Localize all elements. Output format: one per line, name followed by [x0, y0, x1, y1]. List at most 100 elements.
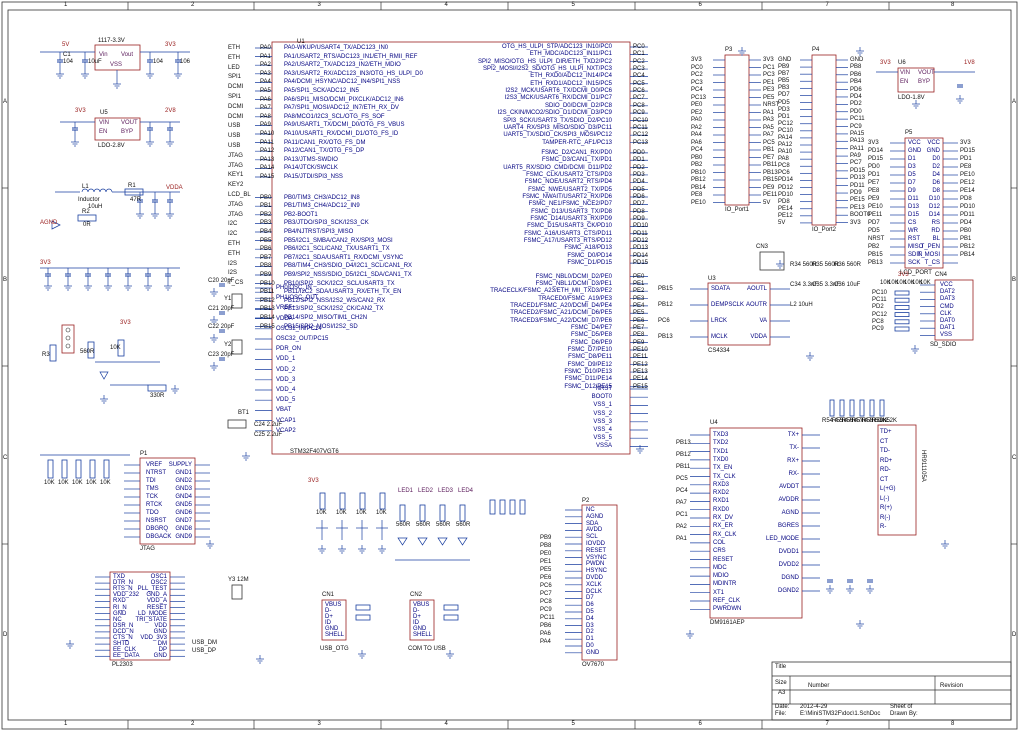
- lcd-net: PD10: [960, 204, 976, 210]
- resistor-symbol: [519, 499, 526, 515]
- row-letter: C: [3, 455, 8, 461]
- sd-pin: VSS: [940, 332, 953, 339]
- lcd-net: PD4: [960, 220, 972, 226]
- jtag-gnd-pin: GND4: [175, 494, 192, 500]
- mcu-pin-net: PD14: [633, 252, 649, 259]
- resistor-symbol: [319, 492, 326, 510]
- eth-pin: RX-: [788, 471, 799, 477]
- port-net: PE12: [778, 212, 793, 219]
- mcu-pin-function: I2S2_MCK/USART6_TX/DCMI_D0/PC6: [505, 88, 612, 95]
- mcu-pin-function: I2S_CKIN/MCO2/SDIO_D1/DCMI_D3/PC9: [497, 110, 612, 117]
- resistor-symbol: [89, 459, 96, 479]
- port-net: PD9: [850, 190, 862, 197]
- resistor-value: 330R: [150, 393, 165, 399]
- rj45-pin: RD-: [880, 467, 891, 473]
- jtag-gnd-pin: GND7: [175, 518, 192, 524]
- lcd-net: PD1: [868, 172, 880, 178]
- size-value: A3: [778, 690, 786, 696]
- net-tag: DCMI: [228, 103, 244, 110]
- port-net: PC13: [691, 94, 707, 101]
- rail-5v: 5V: [62, 42, 70, 48]
- sd-pin: DAT3: [940, 296, 955, 303]
- mcu-pin-function: SDIO_D0/DCMI_D2/PC8: [544, 102, 612, 109]
- resistor-symbol: [894, 304, 910, 310]
- eth-net: PB13: [676, 440, 691, 446]
- mcu-pin-net: PC9: [633, 110, 645, 117]
- eth-pin: RXD3: [713, 481, 730, 488]
- date-label: Date:: [775, 704, 790, 710]
- lcd-pin: D8: [932, 188, 940, 194]
- inductor-coil: [99, 188, 107, 193]
- mcu-pin-function: FSMC_NE1/FSMC_NCE2/PD7: [528, 201, 612, 208]
- rj45-pin: CT: [880, 438, 888, 445]
- resistor-symbol: [355, 614, 371, 621]
- mcu-pin-net: PA0: [260, 45, 271, 51]
- title-label: Title: [775, 664, 787, 670]
- mcu-pin-net: PD10: [633, 223, 649, 230]
- mcu-pin-net: PB12: [260, 297, 275, 304]
- resistor-value: 10K: [72, 480, 83, 486]
- port-net: PE5: [763, 94, 775, 101]
- resistor-symbol: [379, 492, 386, 510]
- resistor-value: 10K: [316, 510, 327, 516]
- eth-pin: RX_ER: [713, 523, 734, 530]
- eth-pin: XT1: [713, 589, 725, 596]
- lcd-pin: BL: [932, 236, 940, 242]
- resistor-symbol: [869, 399, 875, 417]
- port-net: PA14: [778, 134, 793, 141]
- vcap-label: C25 2.2uF: [254, 432, 283, 438]
- jtag-pin: TDO: [146, 510, 159, 516]
- mcu-pin-net: PD15: [633, 260, 649, 267]
- io-port1-ref: P3: [725, 47, 733, 53]
- number-label: Number: [808, 683, 830, 689]
- port-net: PD13: [850, 175, 866, 182]
- lcd-net: PD5: [868, 228, 880, 234]
- eth-pin: CRS: [713, 548, 726, 555]
- jtag-pin: TCK: [146, 494, 158, 500]
- drawn-by-label: Drawn By:: [890, 711, 918, 717]
- led-symbol: [397, 537, 408, 546]
- led-symbol: [417, 537, 428, 546]
- camera-net: PC6: [540, 583, 552, 589]
- led-net: LED4: [458, 488, 474, 494]
- port-net: 5V: [763, 199, 771, 206]
- mcu-pin-net: PA7: [260, 105, 271, 112]
- audio-ref: U3: [708, 276, 716, 282]
- audio-net: PB12: [658, 302, 673, 308]
- lcd-net: PD1: [960, 156, 972, 162]
- camera-name: OV7670: [582, 662, 605, 668]
- mcu-pin-function: PB9/SPI2_NSS/SDIO_D5/I2C1_SDA/CAN1_TX: [284, 272, 412, 278]
- port-net: PE15: [850, 197, 865, 204]
- audio-passive: C36 10uF: [834, 282, 861, 288]
- mcu-misc-pin: VSS_3: [593, 418, 612, 425]
- jtag-pin: DBGACK: [146, 534, 172, 540]
- lcd-pin: WR: [908, 228, 918, 234]
- resistor-ref: R2: [82, 209, 90, 215]
- mcu-pin-net: PC6: [633, 88, 645, 95]
- resistor-value: 10K: [376, 510, 387, 516]
- pin-label: VIN: [900, 70, 911, 76]
- resistor-value: 47R: [130, 197, 142, 203]
- cap-ref: C1: [63, 52, 71, 58]
- led-net: LED3: [438, 488, 454, 494]
- mcu-pin-function: FSMC_A17/USART3_RTS/PD12: [523, 238, 612, 245]
- lcd-net: PB12: [960, 244, 975, 250]
- mcu-pin-function: FSMC_D9/PE12: [567, 361, 612, 368]
- lcd-net: PE7: [868, 180, 880, 186]
- rj45-pin: R(+): [880, 505, 892, 511]
- mcu-pin-net: PB6: [260, 246, 272, 253]
- rj45-pin: L(+G): [880, 486, 896, 492]
- port-net: 5V: [778, 219, 786, 226]
- port-net: PD14: [778, 177, 794, 184]
- mcu-pin-function: FSMC_D5/PE8: [570, 332, 612, 339]
- mcu-pin-net: PD5: [633, 186, 645, 193]
- net-tag: I2S: [228, 270, 238, 277]
- resistor-symbol: [147, 384, 167, 392]
- mcu-pin-net: PE15: [633, 383, 648, 390]
- rj45-name: HR911105A: [920, 450, 926, 482]
- mcu-pin-net: PE14: [633, 376, 648, 383]
- mcu-pin-net: PD11: [633, 230, 648, 237]
- resistor-symbol: [443, 604, 459, 611]
- eth-pin: MDC: [713, 564, 727, 571]
- resistor-ref: R3: [42, 352, 50, 358]
